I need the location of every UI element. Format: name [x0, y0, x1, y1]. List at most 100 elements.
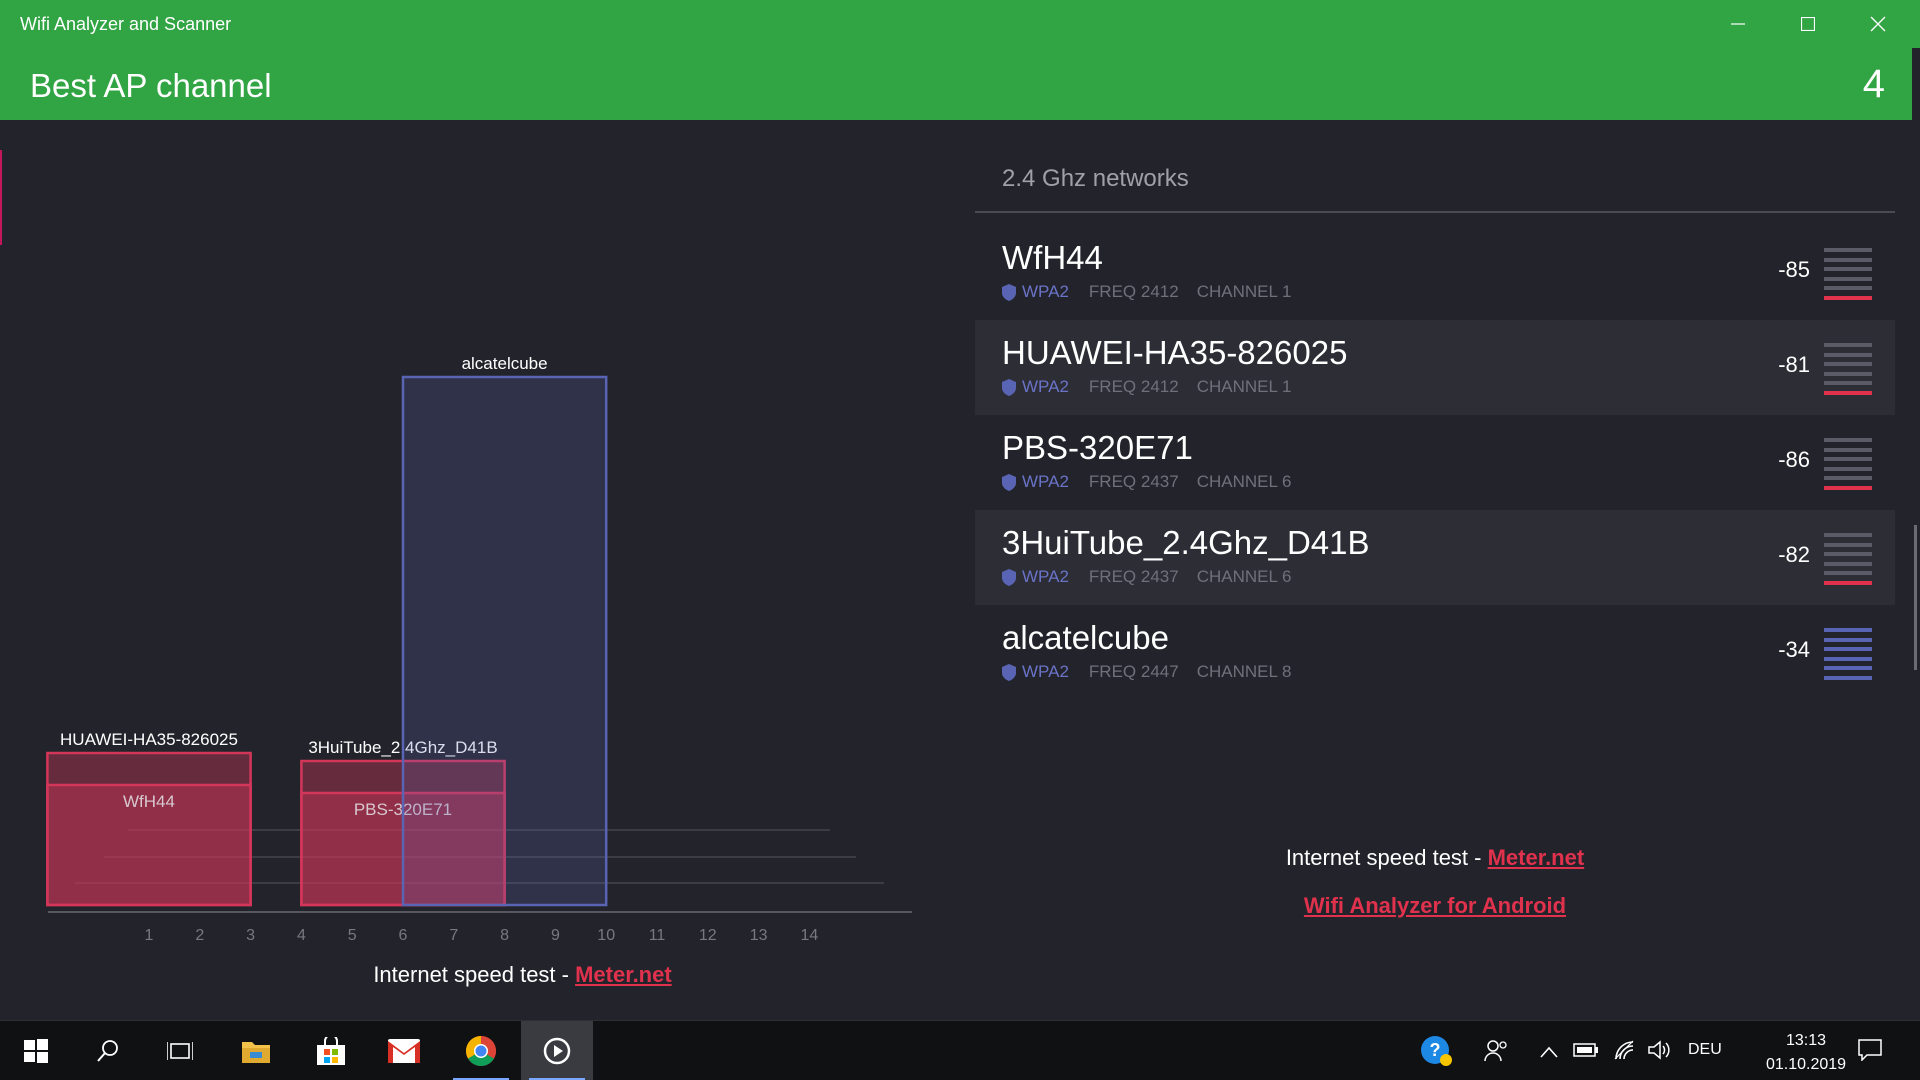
gmail-button[interactable] — [368, 1021, 440, 1080]
network-channel: CHANNEL 6 — [1196, 567, 1292, 586]
network-channel: CHANNEL 6 — [1196, 472, 1292, 491]
network-signal: -86 — [1778, 447, 1810, 472]
signal-bar — [1824, 352, 1872, 357]
network-name: 3HuiTube_2.4Ghz_D41B — [1002, 524, 1370, 561]
signal-bar — [1824, 286, 1872, 290]
network-row[interactable]: HUAWEI-HA35-826025 WPA2 FREQ 2412 CHANNEL 1… — [975, 320, 1895, 415]
channel-tick-label: 1 — [145, 927, 154, 944]
signal-bar — [1824, 466, 1872, 471]
channel-bar-label: alcatelcube — [462, 354, 548, 373]
signal-bar — [1824, 533, 1872, 537]
maximize-button[interactable] — [1773, 0, 1843, 48]
signal-bar — [1824, 343, 1872, 347]
file-explorer-icon — [242, 1042, 270, 1063]
network-channel: CHANNEL 8 — [1196, 662, 1292, 681]
network-row[interactable]: WfH44 WPA2 FREQ 2412 CHANNEL 1 -85 — [975, 225, 1895, 320]
channel-tick-label: 4 — [297, 927, 306, 944]
chrome-icon — [465, 1036, 497, 1067]
search-button[interactable] — [72, 1021, 144, 1080]
speed-test-line: Internet speed test - Meter.net — [975, 845, 1895, 893]
signal-bar — [1824, 542, 1872, 547]
signal-bar — [1824, 571, 1872, 575]
clock-time: 13:13 — [1785, 1032, 1827, 1049]
channel-tick-label: 5 — [348, 927, 357, 944]
network-meta: WPA2 FREQ 2412 CHANNEL 1 — [1002, 282, 1291, 302]
network-list: WfH44 WPA2 FREQ 2412 CHANNEL 1 -85 HUAWEI-HA3… — [975, 225, 1895, 700]
chart-meter-net-link[interactable]: Meter.net — [575, 962, 672, 987]
minimize-icon — [1731, 23, 1745, 25]
people-tray-button[interactable] — [1484, 1039, 1508, 1069]
gmail-icon — [388, 1039, 420, 1063]
shield-icon — [1002, 663, 1016, 681]
network-row[interactable]: PBS-320E71 WPA2 FREQ 2437 CHANNEL 6 -86 — [975, 415, 1895, 510]
signal-bars-icon — [1824, 248, 1872, 304]
start-button[interactable] — [0, 1021, 72, 1080]
signal-bar — [1824, 390, 1872, 395]
file-explorer-button[interactable] — [220, 1021, 292, 1080]
scrollbar-thumb[interactable] — [1914, 525, 1917, 670]
title-bar[interactable]: Wifi Analyzer and Scanner — [0, 0, 1920, 48]
signal-bar — [1824, 295, 1872, 300]
shield-icon — [1002, 473, 1016, 491]
channel-tick-label: 13 — [750, 927, 768, 944]
network-frequency: FREQ 2447 — [1088, 662, 1179, 681]
networks-panel: 2.4 Ghz networks WfH44 WPA2 FREQ 2412 CHANN… — [975, 165, 1895, 700]
notification-icon — [1858, 1039, 1882, 1062]
signal-bar — [1824, 381, 1872, 385]
chrome-button[interactable] — [445, 1021, 517, 1080]
channel-bar — [401, 375, 608, 907]
section-divider — [975, 211, 1895, 213]
network-row[interactable]: 3HuiTube_2.4Ghz_D41B WPA2 FREQ 2437 CHANNEL… — [975, 510, 1895, 605]
android-app-link[interactable]: Wifi Analyzer for Android — [1304, 893, 1566, 918]
meter-net-link[interactable]: Meter.net — [1488, 845, 1585, 870]
chevron-up-icon — [1540, 1046, 1558, 1058]
signal-bar — [1824, 257, 1872, 262]
input-language[interactable]: DEU — [1688, 1041, 1722, 1059]
task-view-icon — [167, 1042, 193, 1060]
windows-start-icon — [24, 1039, 48, 1063]
signal-bar — [1824, 457, 1872, 461]
signal-bar — [1824, 637, 1872, 642]
signal-bars-icon — [1824, 628, 1872, 684]
task-view-button[interactable] — [144, 1021, 216, 1080]
shield-icon — [1002, 283, 1016, 301]
signal-bars-icon — [1824, 343, 1872, 399]
network-tray-button[interactable] — [1613, 1039, 1635, 1067]
wifi-analyzer-taskbar-button[interactable] — [521, 1021, 593, 1080]
wifi-analyzer-icon — [543, 1037, 571, 1065]
channel-tick-label: 10 — [597, 927, 615, 944]
signal-bar — [1824, 656, 1872, 661]
search-icon — [97, 1040, 118, 1062]
network-signal: -34 — [1778, 637, 1810, 662]
volume-tray-button[interactable] — [1647, 1039, 1671, 1067]
network-channel: CHANNEL 1 — [1196, 282, 1292, 301]
tray-overflow-button[interactable] — [1540, 1041, 1558, 1064]
network-frequency: FREQ 2437 — [1088, 567, 1179, 586]
clock[interactable]: 13:13 01.10.2019 — [1766, 1029, 1846, 1077]
header-title: Best AP channel — [30, 67, 272, 104]
signal-bar — [1824, 628, 1872, 632]
shield-icon — [1002, 378, 1016, 396]
signal-bar — [1824, 476, 1872, 480]
signal-bar — [1824, 438, 1872, 442]
minimize-button[interactable] — [1703, 0, 1773, 48]
signal-bar — [1824, 675, 1872, 680]
app-title: Wifi Analyzer and Scanner — [20, 14, 232, 34]
network-name: PBS-320E71 — [1002, 429, 1193, 466]
signal-bar — [1824, 267, 1872, 271]
close-button[interactable] — [1843, 0, 1913, 48]
network-row[interactable]: alcatelcube WPA2 FREQ 2447 CHANNEL 8 -34 — [975, 605, 1895, 700]
channel-tick-label: 12 — [699, 927, 717, 944]
section-title: 2.4 Ghz networks — [1002, 165, 1189, 192]
channel-chart: HUAWEI-HA35-826025WfH443HuiTube_2.4Ghz_D… — [0, 120, 960, 1020]
battery-tray-button[interactable] — [1573, 1041, 1599, 1064]
panel-links: Internet speed test - Meter.net Wifi Ana… — [975, 845, 1895, 941]
network-signal: -85 — [1778, 257, 1810, 282]
signal-bar — [1824, 371, 1872, 376]
action-center-button[interactable] — [1858, 1039, 1882, 1067]
help-tray-button[interactable]: ? — [1420, 1035, 1454, 1073]
network-channel: CHANNEL 1 — [1196, 377, 1292, 396]
store-button[interactable] — [295, 1021, 367, 1080]
channel-tick-label: 3 — [246, 927, 255, 944]
maximize-icon — [1801, 17, 1815, 31]
